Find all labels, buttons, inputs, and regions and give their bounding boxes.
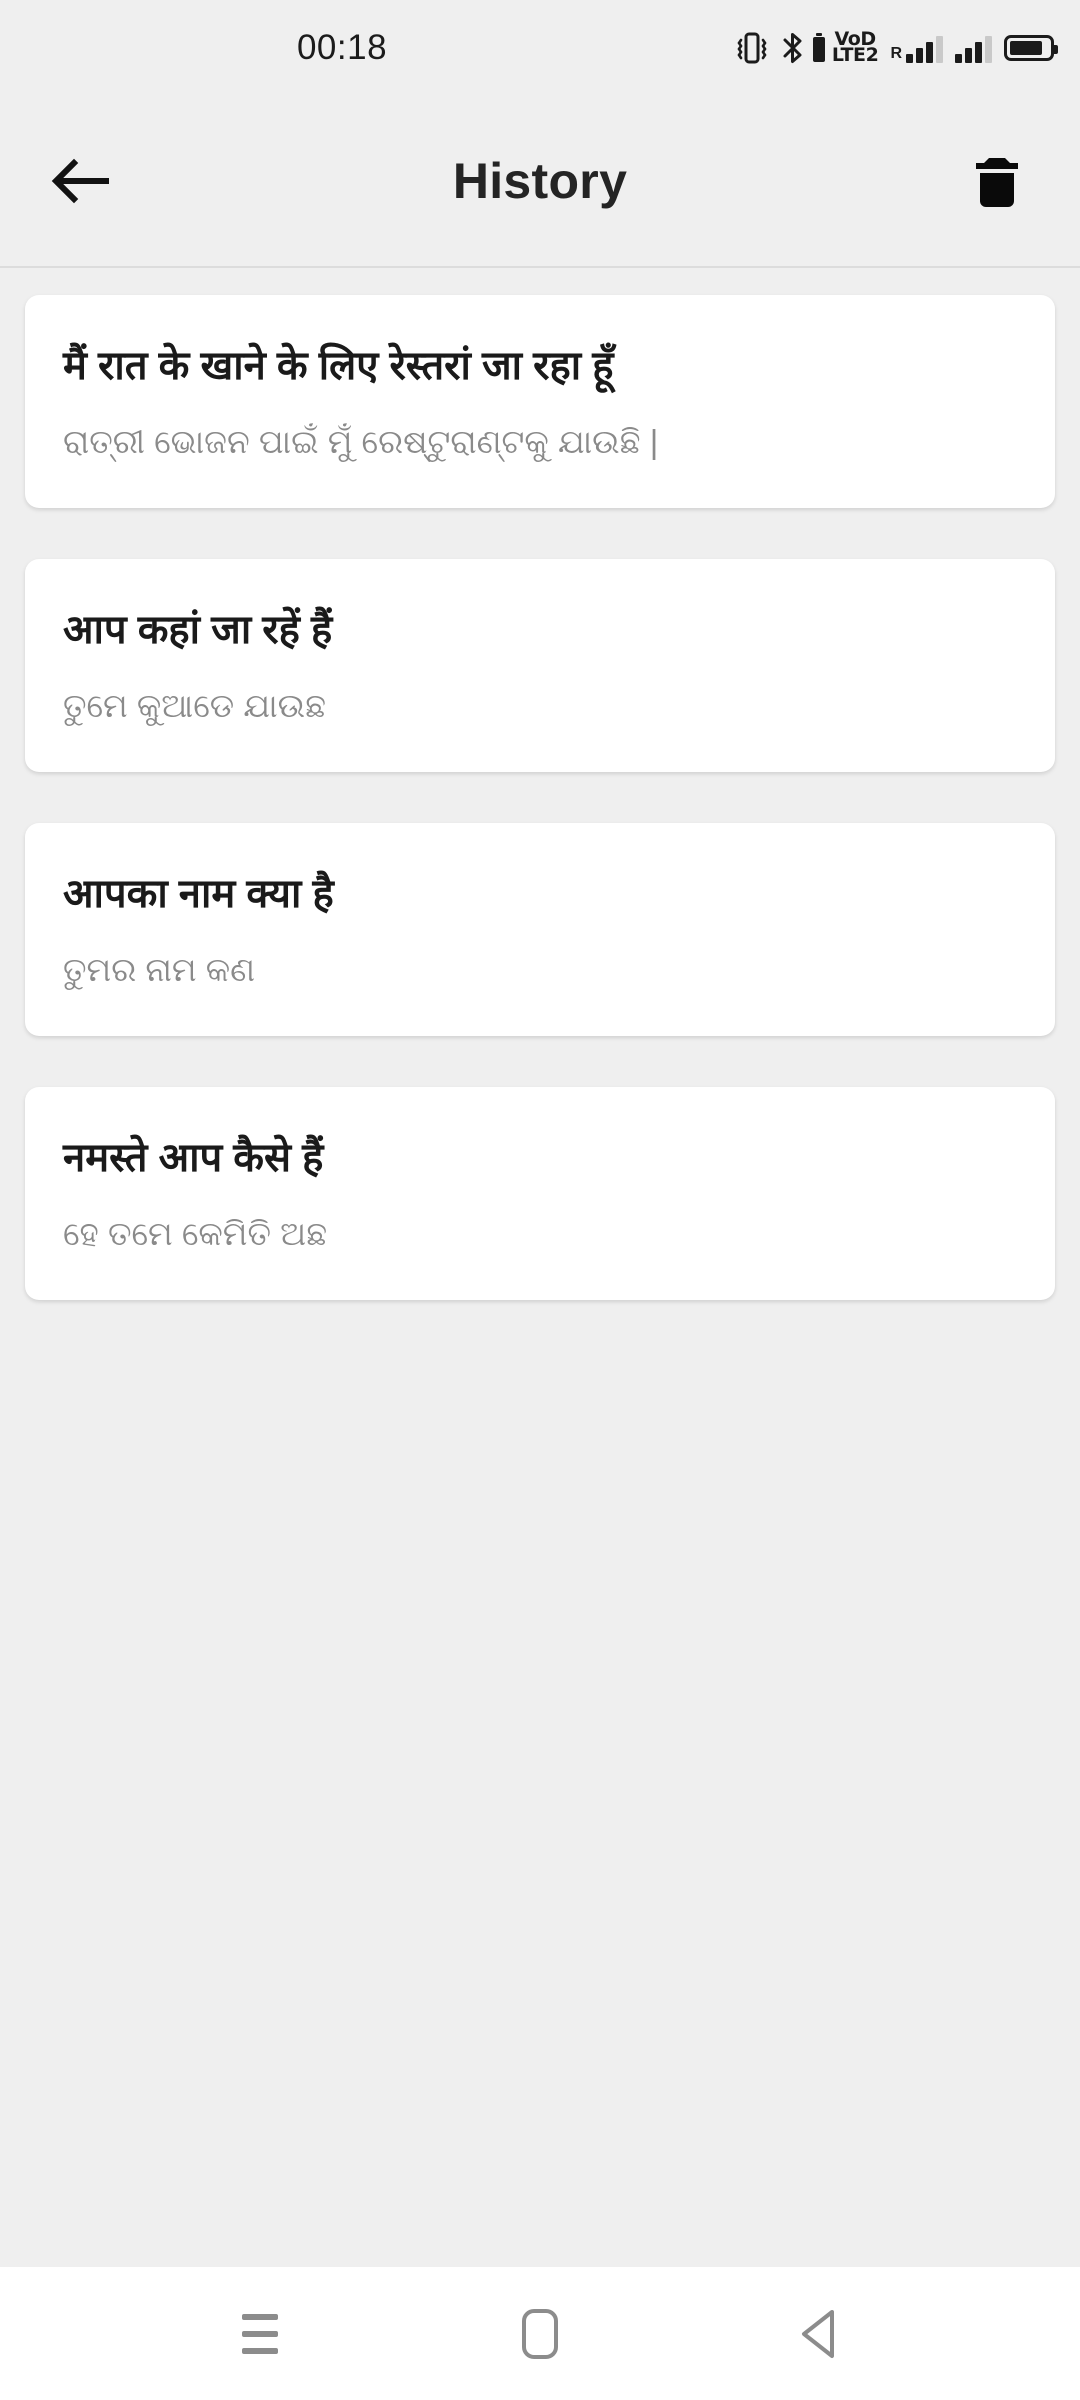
app-bar: History — [0, 96, 1080, 268]
signal-bar — [955, 54, 962, 63]
roaming-label: R — [890, 45, 902, 62]
battery-icon — [1004, 35, 1058, 61]
history-item[interactable]: नमस्ते आप कैसे हैं ହେ ତମେ କେମିତି ଅଛ — [25, 1086, 1055, 1300]
history-source-text: आपका नाम क्या है — [63, 871, 334, 916]
signal-bar — [975, 42, 982, 63]
signal-roaming-icon: R — [890, 33, 943, 63]
battery-fill — [1010, 41, 1042, 55]
recents-icon — [242, 2313, 278, 2354]
back-triangle-icon — [802, 2309, 834, 2358]
delete-history-button[interactable] — [942, 126, 1052, 236]
history-target-text: ତୁମର ନାମ କଣ — [63, 950, 256, 988]
status-icons: VoD LTE2 R — [735, 28, 1058, 68]
system-navigation-bar — [0, 2267, 1080, 2400]
history-source-text: मैं रात के खाने के लिए रेस्तरां जा रहा ह… — [63, 344, 614, 388]
home-icon — [522, 2308, 558, 2359]
vibrate-icon — [735, 28, 769, 68]
page-title: History — [452, 153, 628, 209]
signal-bar — [906, 54, 913, 63]
bluetooth-battery-icon — [810, 28, 828, 68]
history-source-text: आप कहां जा रहें हैं — [63, 607, 333, 652]
recents-button[interactable] — [205, 2279, 315, 2389]
back-nav-button[interactable] — [765, 2279, 875, 2389]
signal-bar — [916, 48, 923, 63]
trash-icon — [976, 158, 1018, 207]
bluetooth-icon — [779, 28, 807, 68]
phone-screen: 00:18 VoD LTE2 R History मैं रात के खाने… — [0, 0, 1080, 2400]
signal-bar — [985, 36, 992, 63]
signal-bar — [965, 48, 972, 63]
history-item[interactable]: आपका नाम क्या है ତୁମର ନାମ କଣ — [25, 822, 1055, 1036]
signal-icon — [955, 33, 992, 63]
signal-bar — [926, 42, 933, 63]
home-button[interactable] — [485, 2279, 595, 2389]
history-item[interactable]: आप कहां जा रहें हैं ତୁମେ କୁଆଡେ ଯାଉଛ — [25, 558, 1055, 772]
history-source-text: नमस्ते आप कैसे हैं — [63, 1135, 324, 1180]
history-list: मैं रात के खाने के लिए रेस्तरां जा रहा ह… — [0, 268, 1080, 2267]
status-bar: 00:18 VoD LTE2 R — [0, 0, 1080, 96]
volte-icon: VoD LTE2 — [831, 28, 879, 66]
history-item[interactable]: मैं रात के खाने के लिए रेस्तरां जा रहा ह… — [25, 295, 1055, 508]
history-target-text: ହେ ତମେ କେମିତି ଅଛ — [63, 1214, 328, 1252]
history-target-text: ତୁମେ କୁଆଡେ ଯାଉଛ — [63, 686, 326, 724]
history-target-text: ରାତ୍ରୀ ଭୋଜନ ପାଇଁ ମୁଁ ରେଷ୍ଟୁରାଣ୍ଟକୁ ଯାଉଛି… — [63, 423, 659, 460]
signal-bar — [936, 36, 943, 63]
